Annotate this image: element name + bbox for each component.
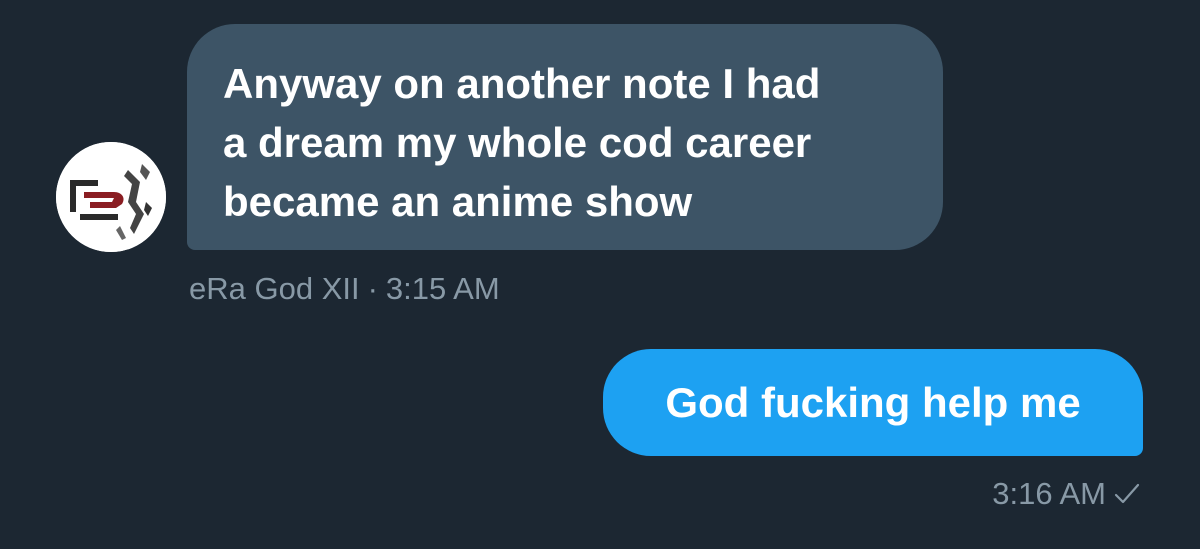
dm-conversation: Anyway on another note I had a dream my … (0, 0, 1200, 549)
meta-separator: · (367, 271, 378, 306)
incoming-message-meta: eRa God XII · 3:15 AM (189, 270, 500, 308)
sender-avatar[interactable] (56, 142, 166, 252)
sender-name: eRa God XII (189, 271, 360, 306)
message-line: a dream my whole cod career (223, 119, 812, 166)
checkmark-icon (1114, 482, 1140, 506)
outgoing-message-meta: 3:16 AM (992, 475, 1140, 513)
incoming-message-bubble[interactable]: Anyway on another note I had a dream my … (187, 24, 943, 250)
outgoing-message-text: God fucking help me (665, 379, 1081, 426)
outgoing-timestamp: 3:16 AM (992, 476, 1106, 511)
avatar-logo-icon (56, 142, 166, 252)
outgoing-message-bubble[interactable]: God fucking help me (603, 349, 1143, 456)
incoming-timestamp: 3:15 AM (385, 271, 500, 306)
message-line: Anyway on another note I had (223, 60, 821, 107)
message-line: became an anime show (223, 178, 693, 225)
